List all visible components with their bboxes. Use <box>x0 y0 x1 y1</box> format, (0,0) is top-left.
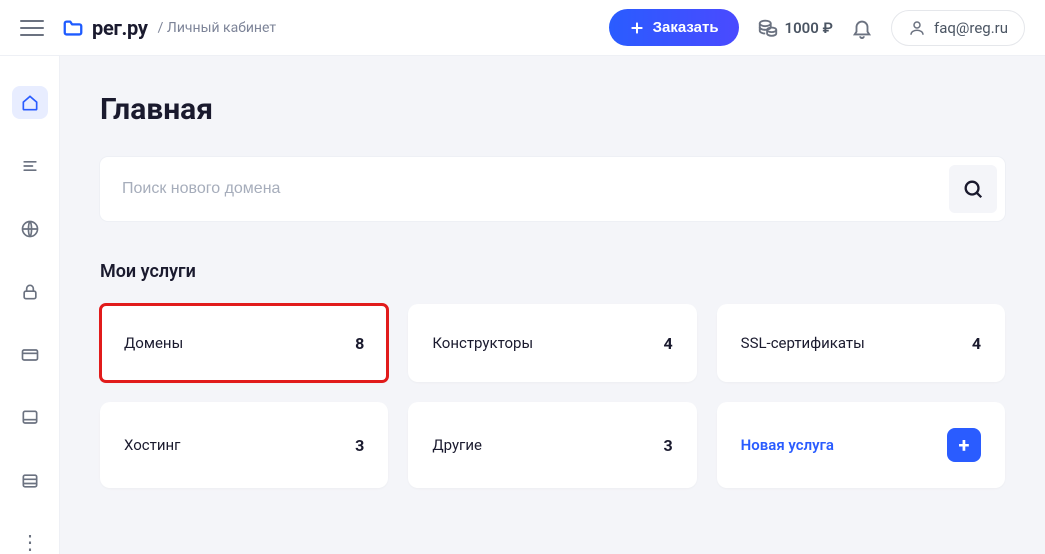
balance[interactable]: 1000 ₽ <box>757 17 833 39</box>
service-card-ssl[interactable]: SSL-сертификаты 4 <box>717 304 1005 382</box>
sidebar-item-list[interactable] <box>12 149 48 182</box>
bell-icon[interactable] <box>851 17 873 39</box>
card-label: Другие <box>432 436 482 454</box>
search-button[interactable] <box>949 165 997 213</box>
service-card-hosting[interactable]: Хостинг 3 <box>100 402 388 488</box>
services-heading: Мои услуги <box>100 261 1005 282</box>
card-label: Новая услуга <box>741 436 834 454</box>
card-count: 4 <box>663 334 672 353</box>
service-card-new[interactable]: Новая услуга + <box>717 402 1005 488</box>
sidebar-item-security[interactable] <box>12 275 48 308</box>
user-icon <box>908 19 926 37</box>
services-grid: Домены 8 Конструкторы 4 SSL-сертификаты … <box>100 304 1005 488</box>
card-label: Домены <box>124 334 183 352</box>
search-icon <box>962 178 984 200</box>
sidebar-more[interactable]: ⋮ <box>20 530 39 554</box>
user-menu[interactable]: faq@reg.ru <box>891 10 1025 46</box>
folder-icon <box>62 17 84 39</box>
sidebar-item-web[interactable] <box>12 212 48 245</box>
coins-icon <box>757 17 779 39</box>
card-icon <box>20 345 40 365</box>
sidebar-item-billing[interactable] <box>12 339 48 372</box>
globe-icon <box>20 219 40 239</box>
card-label: SSL-сертификаты <box>741 334 865 352</box>
user-email: faq@reg.ru <box>934 19 1008 37</box>
order-label: Заказать <box>653 19 719 36</box>
lock-icon <box>20 282 40 302</box>
card-count: 3 <box>663 436 672 455</box>
plus-icon <box>629 20 645 36</box>
header: рег.ру / Личный кабинет Заказать 1000 ₽ … <box>0 0 1045 56</box>
balance-amount: 1000 ₽ <box>785 19 833 37</box>
sidebar-item-home[interactable] <box>12 86 48 119</box>
list-icon <box>20 156 40 176</box>
server-icon <box>20 408 40 428</box>
order-button[interactable]: Заказать <box>609 9 739 46</box>
main-content: Главная Мои услуги Домены 8 Конструкторы… <box>60 56 1045 554</box>
card-count: 4 <box>972 334 981 353</box>
logo[interactable]: рег.ру <box>62 16 148 40</box>
logo-text: рег.ру <box>92 16 148 40</box>
home-icon <box>20 93 40 113</box>
card-count: 8 <box>355 334 364 353</box>
service-card-builders[interactable]: Конструкторы 4 <box>408 304 696 382</box>
card-count: 3 <box>355 436 364 455</box>
page-title: Главная <box>100 92 1005 127</box>
domain-search-input[interactable] <box>122 165 949 213</box>
service-card-other[interactable]: Другие 3 <box>408 402 696 488</box>
sidebar: ⋮ <box>0 56 60 554</box>
sidebar-item-storage[interactable] <box>12 465 48 498</box>
service-card-domains[interactable]: Домены 8 <box>100 304 388 382</box>
header-right: Заказать 1000 ₽ faq@reg.ru <box>609 9 1025 46</box>
sidebar-item-servers[interactable] <box>12 402 48 435</box>
menu-button[interactable] <box>20 16 44 40</box>
breadcrumb: / Личный кабинет <box>158 20 276 36</box>
plus-icon: + <box>947 428 981 462</box>
domain-search <box>100 157 1005 221</box>
card-label: Хостинг <box>124 436 180 454</box>
database-icon <box>20 471 40 491</box>
card-label: Конструкторы <box>432 334 533 352</box>
